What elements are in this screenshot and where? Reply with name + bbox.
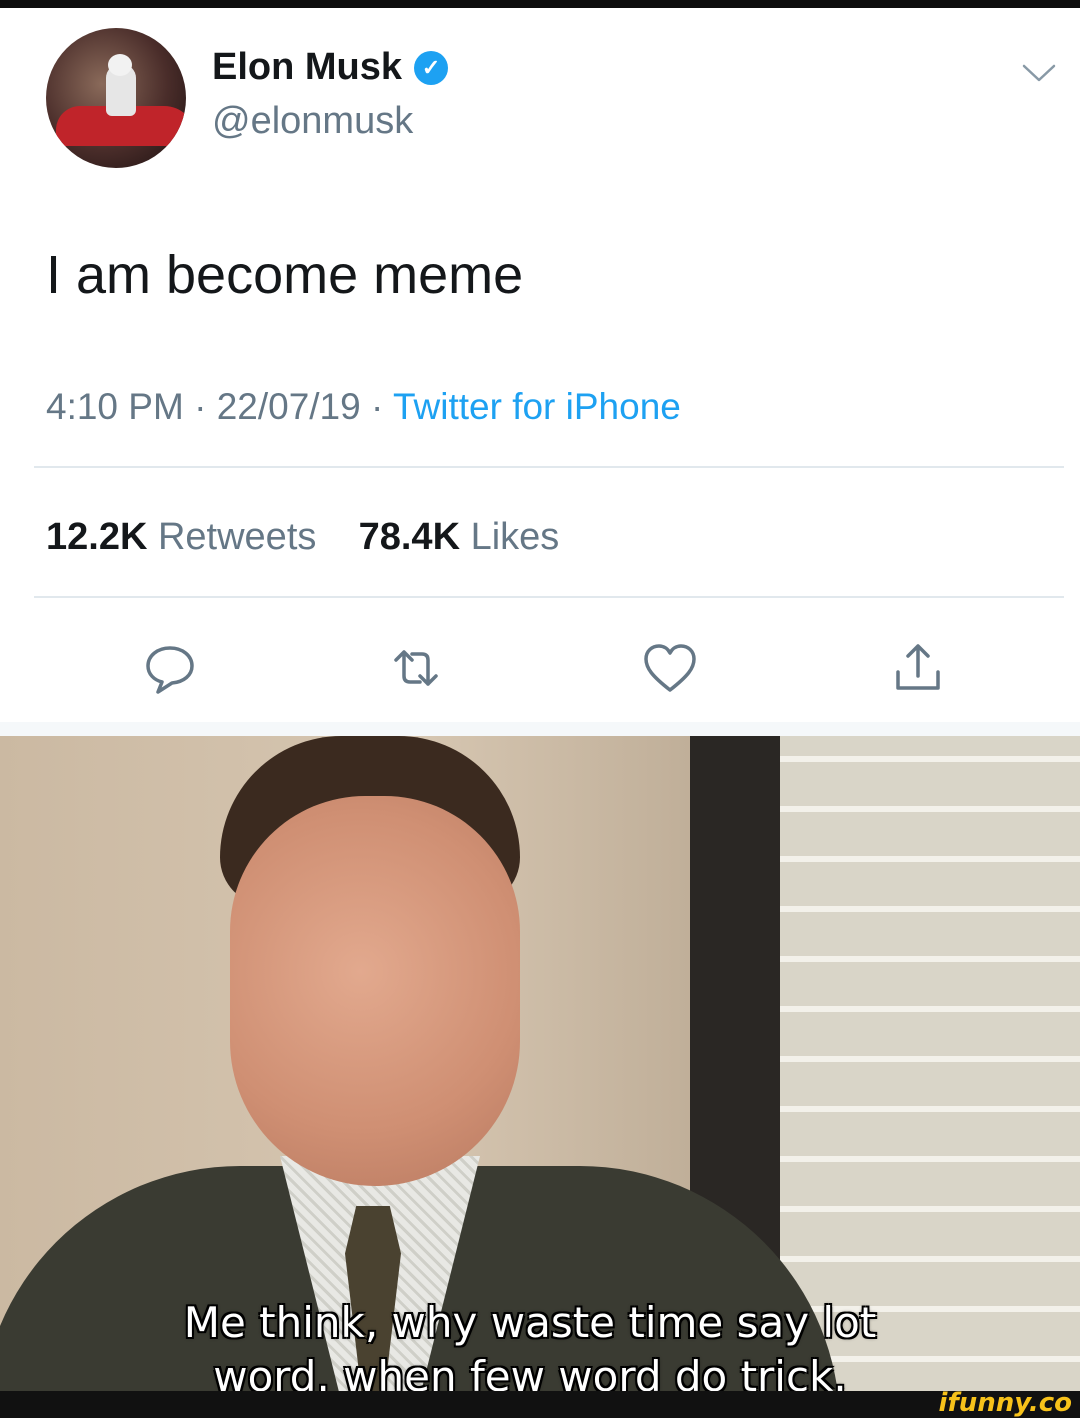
engagement-counts: 12.2K Retweets 78.4K Likes <box>46 516 559 559</box>
retweets-label: Retweets <box>157 516 317 558</box>
window-blind <box>780 956 1080 962</box>
window-blind <box>780 756 1080 762</box>
tweet-text: I am become meme <box>46 245 524 305</box>
likes-stat[interactable]: 78.4K Likes <box>359 516 560 558</box>
avatar[interactable] <box>46 28 186 168</box>
display-name[interactable]: Elon Musk ✓ <box>212 46 449 89</box>
divider <box>34 596 1064 598</box>
window-blind <box>780 1006 1080 1012</box>
meta-separator: · <box>371 386 384 427</box>
tweet-meta: 4:10 PM · 22/07/19 · Twitter for iPhone <box>46 386 681 428</box>
tweet-time: 4:10 PM <box>46 386 184 427</box>
tweet-actions <box>0 638 1080 708</box>
display-name-text: Elon Musk <box>212 46 403 88</box>
window-blind <box>780 1156 1080 1162</box>
avatar-helmet-shape <box>108 54 132 76</box>
user-handle[interactable]: @elonmusk <box>212 100 413 143</box>
likes-count: 78.4K <box>358 516 461 558</box>
likes-label: Likes <box>470 516 560 558</box>
office-window <box>780 736 1080 1391</box>
meta-separator: · <box>194 386 207 427</box>
share-icon[interactable] <box>888 638 948 698</box>
ifunny-watermark: ifunny.co <box>938 1388 1072 1418</box>
retweets-count: 12.2K <box>46 516 148 558</box>
window-blind <box>780 856 1080 862</box>
retweets-stat[interactable]: 12.2K Retweets <box>46 516 316 558</box>
chevron-down-icon[interactable] <box>1022 62 1056 84</box>
tweet-date: 22/07/19 <box>216 386 361 427</box>
window-blind <box>780 1256 1080 1262</box>
window-blind <box>780 1206 1080 1212</box>
section-divider <box>0 722 1080 736</box>
verified-badge-icon: ✓ <box>414 50 449 85</box>
meme-image <box>0 736 1080 1391</box>
window-blind <box>780 906 1080 912</box>
reply-icon[interactable] <box>140 638 200 698</box>
like-icon[interactable] <box>640 638 700 698</box>
window-blind <box>780 1056 1080 1062</box>
window-blind <box>780 1106 1080 1112</box>
meme-caption-line1: Me think, why waste time say lot <box>183 1298 877 1347</box>
divider <box>34 466 1064 468</box>
footer-bar <box>0 1391 1080 1411</box>
face <box>230 796 520 1186</box>
top-edge-bar <box>0 0 1080 8</box>
retweet-icon[interactable] <box>386 638 446 698</box>
window-blind <box>780 806 1080 812</box>
tweet-card: Elon Musk ✓ @elonmusk I am become meme 4… <box>0 8 1080 728</box>
tweet-source-link[interactable]: Twitter for iPhone <box>393 386 681 427</box>
